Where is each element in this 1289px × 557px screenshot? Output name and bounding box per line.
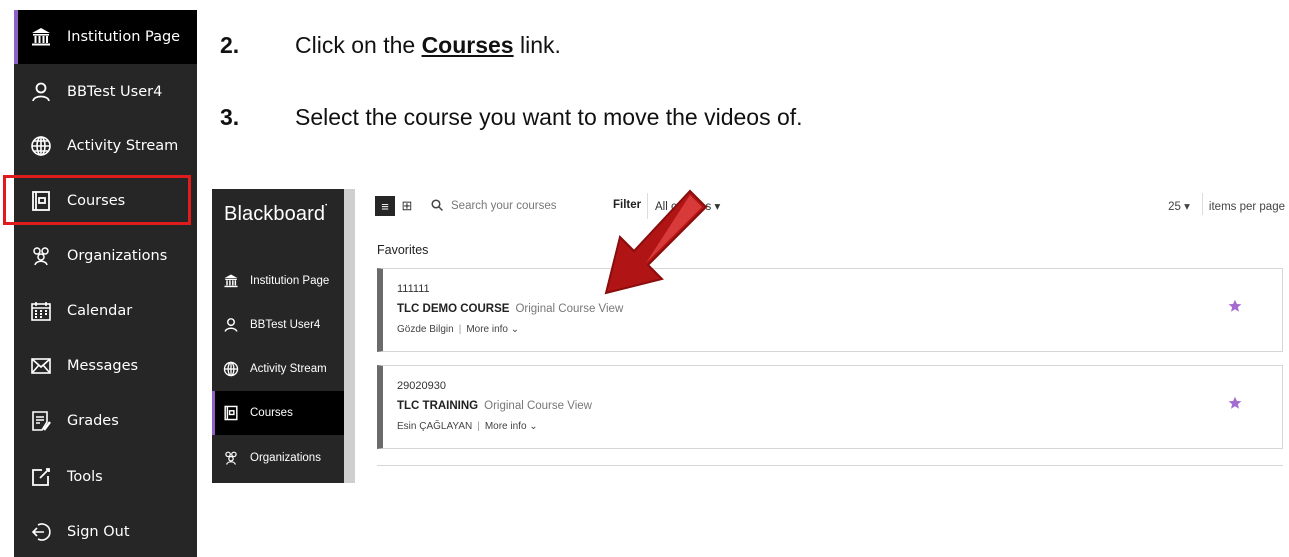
blackboard-courses-screenshot: Blackboard• Institution Page BBTest User… (212, 189, 1289, 483)
left-navigation: Institution Page BBTest User4 Activity S… (14, 10, 197, 557)
items-per-page: 25 ▾ items per page (1168, 193, 1285, 215)
list-view-icon[interactable]: ≡ (375, 196, 395, 216)
sign-out-icon (28, 519, 54, 545)
items-per-page-dropdown[interactable]: 25 ▾ (1168, 201, 1190, 213)
more-info-link[interactable]: More info ⌄ (485, 421, 538, 432)
instructor-name: Esin ÇAĞLAYAN (397, 421, 473, 432)
divider (377, 465, 1283, 466)
nav-item-label: Organizations (67, 248, 168, 264)
nav-item-courses[interactable]: Courses (14, 174, 197, 228)
user-icon (28, 79, 54, 105)
instruction-step-3: 3. Select the course you want to move the… (220, 104, 803, 130)
blackboard-logo: Blackboard• (224, 203, 328, 225)
nav-item-label: BBTest User4 (67, 84, 163, 100)
tools-icon (28, 464, 54, 490)
globe-icon (222, 360, 240, 378)
user-icon (222, 316, 240, 334)
courses-icon (222, 404, 240, 422)
course-id: 111111 (397, 283, 430, 295)
nav-item-messages[interactable]: Messages (14, 339, 197, 393)
course-title[interactable]: TLC TRAINING (397, 400, 478, 412)
nav-item-label: Calendar (67, 303, 133, 319)
course-meta: Gözde Bilgin | More info ⌄ (397, 324, 520, 335)
section-title: Favorites (377, 243, 429, 257)
bb-nav-item-user[interactable]: BBTest User4 (212, 303, 344, 347)
favorite-star-icon[interactable] (1228, 396, 1242, 410)
nav-item-label: Grades (67, 413, 119, 429)
course-id: 29020930 (397, 380, 446, 392)
nav-item-label: Activity Stream (67, 138, 179, 154)
pointer-arrow-icon (604, 189, 708, 295)
envelope-icon (28, 353, 54, 379)
course-title-row: TLC TRAINING Original Course View (397, 400, 592, 412)
favorite-star-icon[interactable] (1228, 299, 1242, 313)
caret-down-icon: ▾ (1184, 201, 1190, 214)
nav-item-organizations[interactable]: Organizations (14, 229, 197, 283)
nav-item-tools[interactable]: Tools (14, 450, 197, 504)
course-meta: Esin ÇAĞLAYAN | More info ⌄ (397, 421, 538, 432)
nav-item-activity-stream[interactable]: Activity Stream (14, 119, 197, 173)
more-info-link[interactable]: More info ⌄ (466, 324, 519, 335)
chevron-down-icon: ⌄ (510, 324, 520, 335)
grades-icon (28, 408, 54, 434)
nav-item-calendar[interactable]: Calendar (14, 284, 197, 338)
course-title-row: TLC DEMO COURSE Original Course View (397, 303, 624, 315)
courses-icon (28, 188, 54, 214)
nav-item-label: Messages (67, 358, 139, 374)
instructor-name: Gözde Bilgin (397, 324, 454, 335)
institution-icon (222, 272, 240, 290)
nav-item-label: Tools (67, 469, 103, 485)
globe-icon (28, 133, 54, 159)
course-search-input[interactable]: Search your courses (431, 193, 591, 219)
nav-item-label: Institution Page (67, 29, 181, 45)
course-card[interactable]: 29020930 TLC TRAINING Original Course Vie… (377, 365, 1283, 449)
organizations-icon (222, 449, 240, 467)
nav-item-institution-page[interactable]: Institution Page (14, 10, 197, 64)
bb-nav-item-institution-page[interactable]: Institution Page (212, 259, 344, 303)
grid-view-icon[interactable]: ⊞ (397, 196, 417, 216)
calendar-icon (28, 298, 54, 324)
chevron-down-icon: ⌄ (529, 421, 538, 432)
course-card[interactable]: 111111 TLC DEMO COURSE Original Course Vi… (377, 268, 1283, 352)
nav-item-grades[interactable]: Grades (14, 394, 197, 448)
nav-item-label: Sign Out (67, 524, 130, 540)
nav-item-label: Courses (67, 193, 126, 209)
nav-item-sign-out[interactable]: Sign Out (14, 505, 197, 557)
institution-icon (28, 24, 54, 50)
organizations-icon (28, 243, 54, 269)
bb-nav-item-organizations[interactable]: Organizations (212, 436, 344, 480)
instruction-step-2: 2. Click on the Courses link. (220, 32, 561, 58)
search-icon (431, 198, 444, 214)
courses-toolbar: ≡ ⊞ Search your courses Filter All cours… (375, 193, 1285, 219)
bb-nav-item-activity-stream[interactable]: Activity Stream (212, 347, 344, 391)
scrollbar[interactable] (344, 189, 355, 483)
blackboard-navigation: Blackboard• Institution Page BBTest User… (212, 189, 344, 483)
course-title[interactable]: TLC DEMO COURSE (397, 303, 509, 315)
bb-nav-item-courses[interactable]: Courses (212, 391, 344, 435)
caret-down-icon: ▾ (714, 201, 721, 213)
courses-link-text: Courses (421, 32, 514, 58)
nav-item-user[interactable]: BBTest User4 (14, 65, 197, 119)
